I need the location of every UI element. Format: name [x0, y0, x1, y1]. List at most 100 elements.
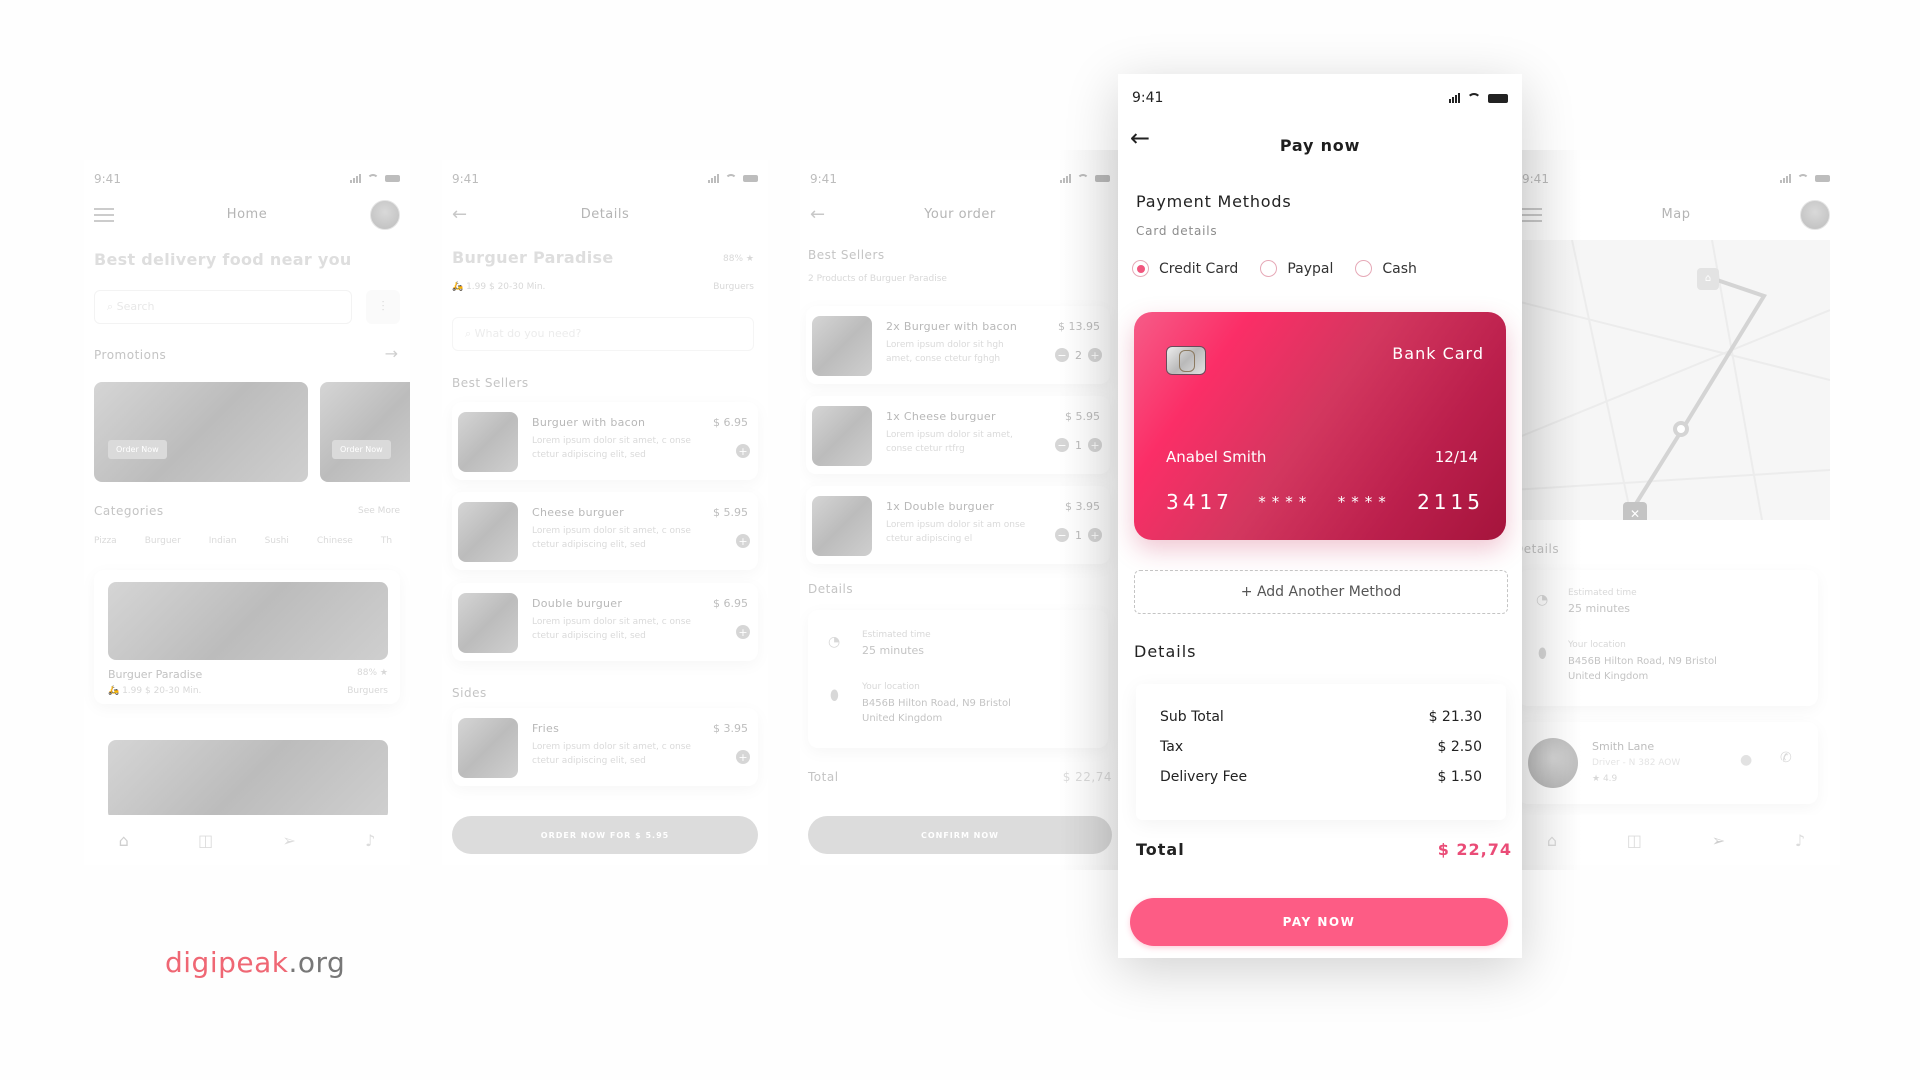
- restaurant-marker-icon[interactable]: ✕: [1623, 502, 1647, 520]
- home-marker-icon[interactable]: ⌂: [1697, 268, 1719, 290]
- radio-unselected-icon[interactable]: [1260, 260, 1278, 277]
- bank-card[interactable]: Bank Card Anabel Smith 12/14 3417 **** *…: [1134, 312, 1506, 540]
- filter-icon[interactable]: ⫶: [366, 290, 400, 324]
- driver-avatar: [1528, 738, 1578, 788]
- add-icon[interactable]: +: [736, 534, 750, 548]
- category-tab[interactable]: Burguer: [145, 536, 181, 546]
- minus-icon[interactable]: −: [1055, 438, 1069, 452]
- radio-paypal[interactable]: Paypal: [1260, 260, 1333, 277]
- add-icon[interactable]: +: [1088, 528, 1102, 542]
- order-item-name: 2x Burguer with bacon: [886, 320, 1018, 333]
- order-item[interactable]: 1x Cheese burguer $ 5.95 Lorem ipsum dol…: [806, 396, 1110, 474]
- order-now-button[interactable]: Order Now: [332, 440, 391, 459]
- add-icon[interactable]: +: [736, 444, 750, 458]
- avatar[interactable]: [370, 200, 400, 230]
- add-method-button[interactable]: + Add Another Method: [1134, 570, 1508, 614]
- category-tab[interactable]: Chinese: [317, 536, 353, 546]
- send-icon[interactable]: ➢: [282, 831, 295, 850]
- menu-item-image: [458, 593, 518, 653]
- category-tab[interactable]: Sushi: [265, 536, 289, 546]
- minus-icon[interactable]: −: [1055, 348, 1069, 362]
- radio-unselected-icon[interactable]: [1355, 260, 1373, 277]
- bag-icon[interactable]: ◫: [198, 831, 213, 850]
- search-icon: ⌕: [465, 327, 475, 340]
- phone-icon[interactable]: ✆: [1780, 750, 1792, 766]
- side-item[interactable]: Fries $ 3.95 Lorem ipsum dolor sit amet,…: [452, 708, 758, 786]
- total-label: Total: [1136, 840, 1185, 859]
- bag-icon[interactable]: ◫: [1627, 831, 1642, 850]
- menu-item[interactable]: Double burguer $ 6.95 Lorem ipsum dolor …: [452, 583, 758, 661]
- status-time: 9:41: [94, 172, 121, 186]
- promo-card[interactable]: Order Now: [320, 382, 410, 482]
- confirm-now-button[interactable]: CONFIRM NOW: [808, 816, 1112, 854]
- see-more-link[interactable]: See More: [358, 506, 400, 516]
- details-search-input[interactable]: ⌕ What do you need?: [452, 317, 754, 351]
- chat-icon[interactable]: ●: [1740, 752, 1752, 768]
- menu-item[interactable]: Cheese burguer $ 5.95 Lorem ipsum dolor …: [452, 492, 758, 570]
- card-number: 3417 **** **** 2115: [1166, 490, 1484, 514]
- add-icon[interactable]: +: [1088, 348, 1102, 362]
- menu-item-desc: Lorem ipsum dolor sit amet, c onse ctetu…: [532, 526, 691, 550]
- order-item-name: 1x Double burguer: [886, 500, 995, 513]
- radio-credit-card[interactable]: Credit Card: [1132, 260, 1238, 277]
- card-chip-icon: [1166, 346, 1206, 375]
- add-icon[interactable]: +: [1088, 438, 1102, 452]
- map-view[interactable]: ⌂ ✕: [1512, 240, 1830, 520]
- pay-title: Pay now: [1279, 136, 1361, 155]
- status-bar: 9:41: [94, 172, 400, 188]
- category-tabs: Pizza Burguer Indian Sushi Chinese Th: [94, 536, 392, 546]
- send-icon[interactable]: ➢: [1712, 831, 1725, 850]
- order-now-button[interactable]: Order Now: [108, 440, 167, 459]
- home-icon[interactable]: ⌂: [119, 831, 129, 850]
- category-tab[interactable]: Th: [381, 536, 392, 546]
- add-icon[interactable]: +: [736, 750, 750, 764]
- location-pin-icon: ⬮: [830, 688, 839, 704]
- order-title: Your order: [924, 207, 996, 222]
- bell-icon[interactable]: ♪: [365, 831, 375, 850]
- radio-cash[interactable]: Cash: [1355, 260, 1417, 277]
- restaurant-name: Burguer Paradise: [108, 668, 203, 681]
- menu-item[interactable]: Burguer with bacon $ 6.95 Lorem ipsum do…: [452, 402, 758, 480]
- order-item[interactable]: 1x Double burguer $ 3.95 Lorem ipsum dol…: [806, 486, 1110, 564]
- order-item-image: [812, 406, 872, 466]
- radio-label: Credit Card: [1159, 260, 1239, 277]
- restaurant-card[interactable]: Burguer Paradise 88% ★ 🛵 1.99 $ 20-30 Mi…: [94, 570, 400, 704]
- arrow-right-icon[interactable]: →: [385, 344, 398, 363]
- bell-icon[interactable]: ♪: [1795, 831, 1805, 850]
- signal-icon: [350, 174, 361, 183]
- total-row: Total $ 22,74: [1136, 840, 1512, 859]
- minus-icon[interactable]: −: [1055, 528, 1069, 542]
- status-time: 9:41: [452, 172, 479, 186]
- avatar[interactable]: [1800, 200, 1830, 230]
- delivery-details-card: ◔ Estimated time 25 minutes ⬮ Your locat…: [808, 610, 1108, 748]
- promo-card[interactable]: Order Now: [94, 382, 308, 482]
- card-type: Bank Card: [1392, 344, 1484, 363]
- star-icon: ★: [379, 668, 388, 678]
- wifi-icon: [1797, 174, 1809, 183]
- order-item[interactable]: 2x Burguer with bacon $ 13.95 Lorem ipsu…: [806, 306, 1110, 384]
- delivery-details-card: ◔ Estimated time 25 minutes ⬮ Your locat…: [1518, 570, 1818, 706]
- category-tab[interactable]: Indian: [209, 536, 237, 546]
- order-item-desc: Lorem ipsum dolor sit am onse ctetur adi…: [886, 520, 1026, 544]
- category-tab[interactable]: Pizza: [94, 536, 117, 546]
- delivery-icon: 🛵: [108, 686, 123, 696]
- location-label: Your location: [862, 682, 920, 692]
- restaurant-image: [108, 582, 388, 660]
- signal-icon: [1780, 174, 1791, 183]
- order-item-name: 1x Cheese burguer: [886, 410, 996, 423]
- home-icon[interactable]: ⌂: [1547, 831, 1557, 850]
- order-item-desc: Lorem ipsum dolor sit amet, conse ctetur…: [886, 430, 1013, 454]
- radio-selected-icon[interactable]: [1132, 260, 1149, 277]
- pay-now-button[interactable]: PAY NOW: [1130, 898, 1508, 946]
- restaurant-meta: 1.99 $ 20-30 Min.: [122, 686, 202, 696]
- map-screen: 9:41 Map ⌂ ✕ Details ◔ Estimated time 25…: [1512, 160, 1840, 865]
- signal-icon: [1449, 92, 1460, 103]
- add-icon[interactable]: +: [736, 625, 750, 639]
- order-now-button[interactable]: ORDER NOW FOR $ 5.95: [452, 816, 758, 854]
- showcase-canvas: 9:41 Home Best delivery food near you ⌕ …: [0, 0, 1920, 1080]
- order-item-image: [812, 316, 872, 376]
- driver-marker-icon[interactable]: [1673, 421, 1689, 437]
- home-search-input[interactable]: ⌕ Search: [94, 290, 352, 324]
- location-line1: B456B Hilton Road, N9 Bristol: [1568, 656, 1717, 667]
- best-sellers-label: Best Sellers: [452, 376, 529, 390]
